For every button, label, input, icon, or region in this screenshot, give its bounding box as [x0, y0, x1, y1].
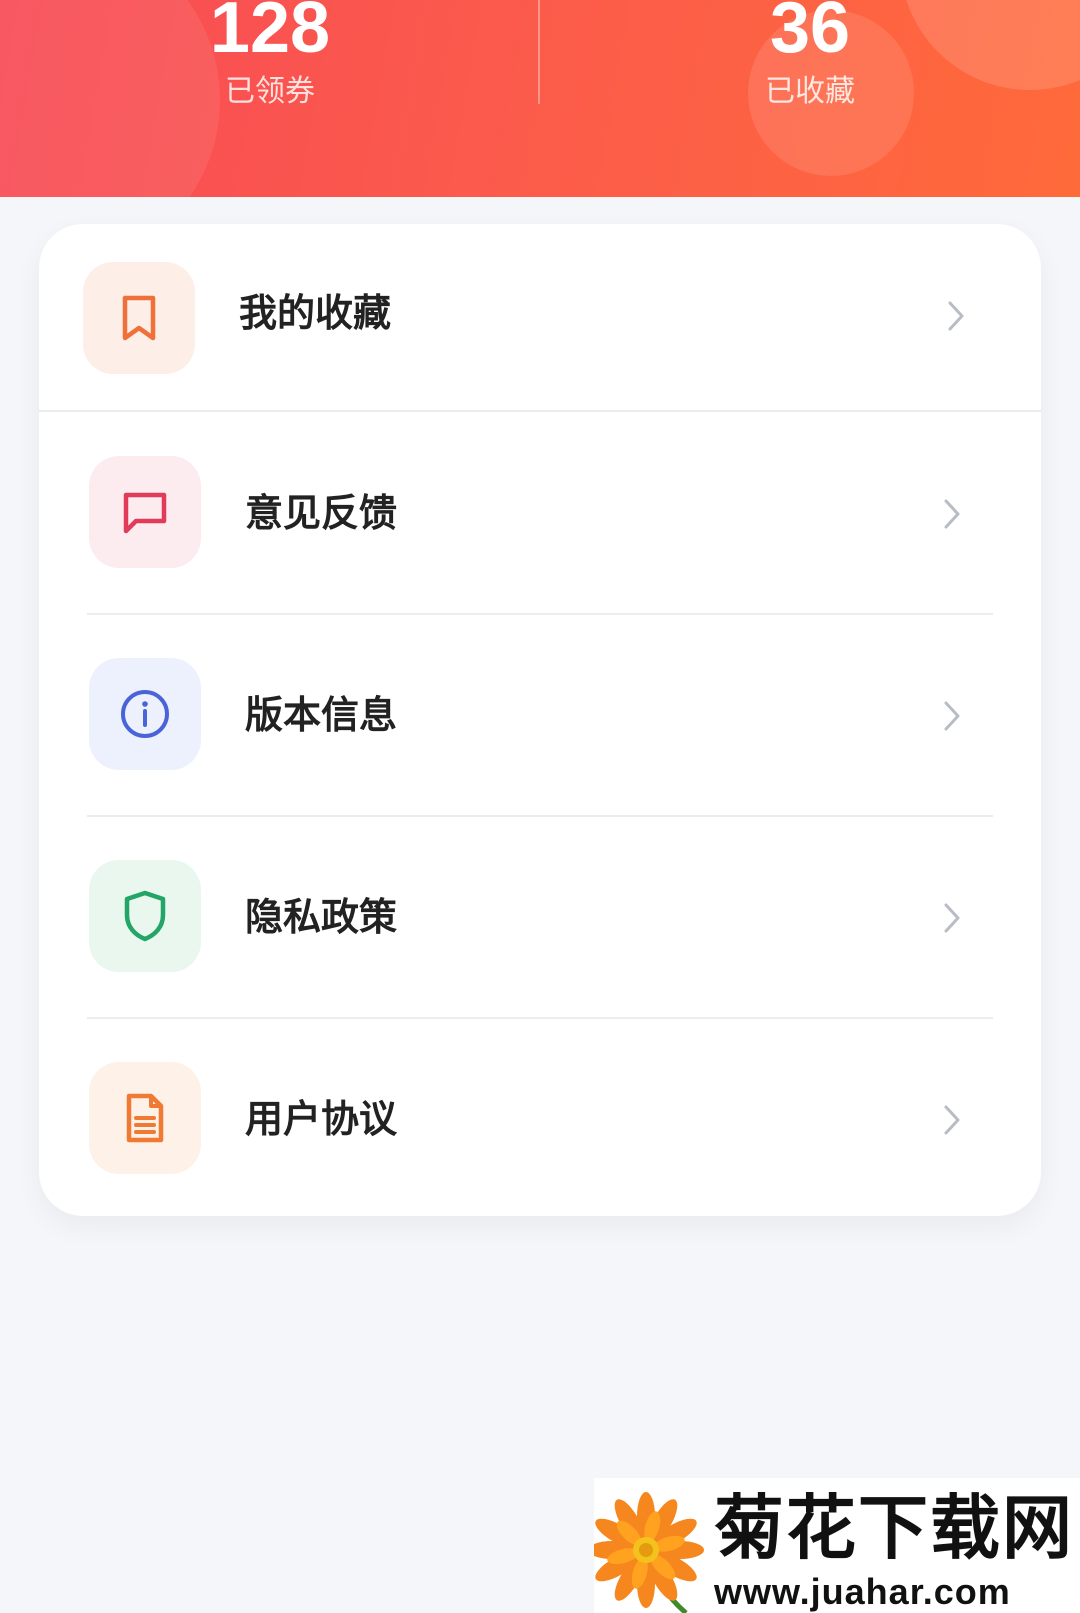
- watermark-title: 菊花下载网: [714, 1487, 1074, 1569]
- menu-item-favorites[interactable]: 我的收藏: [39, 224, 1041, 424]
- stat-favorites[interactable]: 36 已收藏: [680, 0, 940, 112]
- chevron-right-icon: [941, 296, 971, 336]
- stat-favorites-label: 已收藏: [765, 74, 855, 109]
- shield-icon: [89, 860, 201, 972]
- menu-item-label: 我的收藏: [239, 291, 392, 335]
- stat-coupons-label: 已领券: [225, 74, 315, 109]
- menu-item-agreement[interactable]: 用户协议: [39, 1018, 1041, 1216]
- info-icon: [89, 658, 201, 770]
- menu-item-label: 隐私政策: [245, 895, 398, 939]
- menu-item-label: 意见反馈: [245, 491, 398, 535]
- stat-coupons-value: 128: [209, 0, 331, 68]
- menu-item-label: 版本信息: [245, 693, 398, 737]
- chevron-right-icon: [937, 494, 967, 534]
- menu-card: 我的收藏 意见反馈 版本信息 隐私政策 用户协议: [39, 224, 1041, 1216]
- flower-logo-icon: [594, 1492, 704, 1613]
- profile-header: 128 已领券 36 已收藏: [0, 0, 1080, 197]
- stat-divider: [538, 0, 540, 104]
- watermark-url: www.juahar.com: [714, 1571, 1011, 1612]
- chevron-right-icon: [937, 696, 967, 736]
- message-icon: [89, 456, 201, 568]
- watermark: 菊花下载网 www.juahar.com: [594, 1478, 1080, 1613]
- chevron-right-icon: [937, 898, 967, 938]
- stat-coupons[interactable]: 128 已领券: [140, 0, 400, 112]
- menu-item-feedback[interactable]: 意见反馈: [39, 412, 1041, 612]
- menu-item-privacy[interactable]: 隐私政策: [39, 816, 1041, 1016]
- chevron-right-icon: [937, 1100, 967, 1140]
- document-icon: [89, 1062, 201, 1174]
- stat-favorites-value: 36: [769, 0, 851, 68]
- menu-item-label: 用户协议: [245, 1097, 398, 1141]
- bookmark-icon: [83, 262, 195, 374]
- menu-item-version[interactable]: 版本信息: [39, 614, 1041, 814]
